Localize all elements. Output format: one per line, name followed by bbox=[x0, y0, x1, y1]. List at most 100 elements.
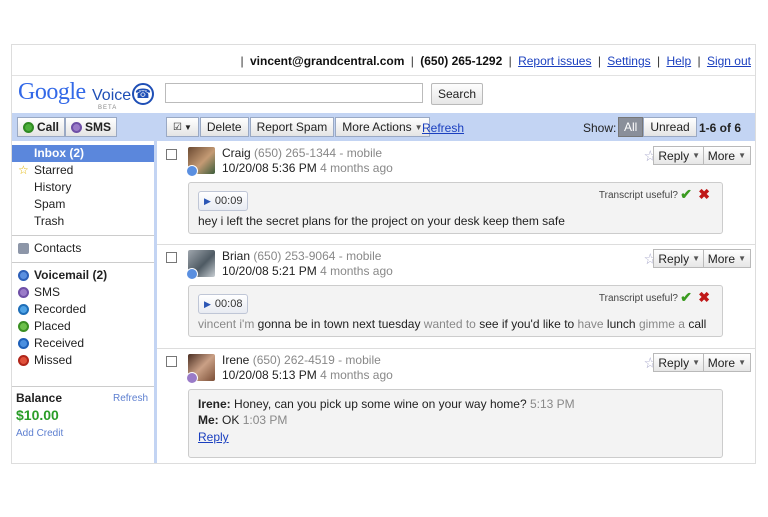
account-email: vincent@grandcentral.com bbox=[250, 54, 405, 68]
logo-google-text: Google bbox=[18, 79, 86, 105]
sidebar-item-received[interactable]: Received bbox=[12, 335, 154, 352]
more-button[interactable]: More ▼ bbox=[702, 249, 751, 268]
balance-refresh-link[interactable]: Refresh bbox=[113, 393, 148, 404]
reply-button[interactable]: Reply ▼ bbox=[653, 249, 705, 268]
checkmark-icon[interactable]: ✔ bbox=[680, 186, 692, 203]
placed-icon bbox=[18, 321, 29, 332]
sms-button[interactable]: SMS bbox=[65, 117, 118, 137]
transcript-useful-label: Transcript useful? bbox=[598, 190, 678, 201]
phone-logo-icon: ☎ bbox=[132, 83, 154, 105]
sms-bubble: Irene: Honey, can you pick up some wine … bbox=[188, 389, 723, 458]
logo-beta-text: BETA bbox=[98, 105, 118, 111]
report-spam-button[interactable]: Report Spam bbox=[249, 117, 335, 137]
play-button[interactable]: ▶ 00:08 bbox=[198, 294, 249, 314]
add-credit-link[interactable]: Add Credit bbox=[16, 428, 150, 439]
settings-link[interactable]: Settings bbox=[607, 54, 650, 68]
close-icon[interactable]: ✖ bbox=[698, 186, 710, 203]
list-item[interactable]: Craig (650) 265-1344 - mobile 10/20/08 5… bbox=[157, 141, 755, 245]
transcript-word: vincent i'm bbox=[198, 317, 255, 331]
sidebar-item-spam[interactable]: Spam bbox=[12, 196, 154, 213]
sidebar-item-voicemail[interactable]: Voicemail (2) bbox=[12, 267, 154, 284]
google-voice-logo[interactable]: Google Voice BETA ☎ bbox=[18, 79, 158, 115]
message-datetime: 10/20/08 5:13 PM bbox=[222, 368, 317, 382]
sidebar-item-missed[interactable]: Missed bbox=[12, 352, 154, 369]
message-checkbox[interactable] bbox=[166, 252, 177, 263]
sidebar-item-label: Voicemail (2) bbox=[34, 268, 108, 282]
sidebar-item-recorded[interactable]: Recorded bbox=[12, 301, 154, 318]
voicemail-bubble: ▶ 00:09 Transcript useful? ✔ ✖ hey i left… bbox=[188, 182, 723, 234]
sms-reply-link[interactable]: Reply bbox=[198, 430, 229, 444]
close-icon[interactable]: ✖ bbox=[698, 289, 710, 306]
contact-name-line: Irene (650) 262-4519 - mobile bbox=[222, 353, 381, 367]
account-links: | vincent@grandcentral.com | (650) 265-1… bbox=[240, 54, 751, 68]
help-link[interactable]: Help bbox=[666, 54, 691, 68]
more-label: More bbox=[707, 148, 736, 163]
sidebar: Inbox (2) ☆ Starred History Spam Trash Co… bbox=[12, 141, 157, 463]
delete-button[interactable]: Delete bbox=[199, 117, 249, 137]
sms-icon bbox=[186, 372, 198, 384]
more-label: More bbox=[707, 355, 736, 370]
message-time-line: 10/20/08 5:21 PM 4 months ago bbox=[222, 264, 393, 278]
sidebar-item-contacts[interactable]: Contacts bbox=[12, 240, 154, 257]
sidebar-item-label: Contacts bbox=[34, 241, 82, 255]
more-label: More bbox=[707, 251, 736, 266]
sms-time: 5:13 PM bbox=[529, 397, 575, 411]
report-issues-link[interactable]: Report issues bbox=[518, 54, 591, 68]
sidebar-item-starred[interactable]: ☆ Starred bbox=[12, 162, 154, 179]
more-button[interactable]: More ▼ bbox=[702, 146, 751, 165]
transcript-word: gonna be in town next tuesday bbox=[257, 317, 421, 331]
contact-name[interactable]: Craig bbox=[222, 146, 251, 160]
list-item[interactable]: Irene (650) 262-4519 - mobile 10/20/08 5… bbox=[157, 348, 755, 463]
list-item[interactable]: Brian (650) 253-9064 - mobile 10/20/08 5… bbox=[157, 244, 755, 349]
transcript-word: gimme a bbox=[638, 317, 685, 331]
sms-reply-row: Reply bbox=[198, 430, 722, 444]
message-list: Craig (650) 265-1344 - mobile 10/20/08 5… bbox=[157, 141, 755, 463]
transcript-word: have bbox=[577, 317, 604, 331]
sidebar-divider bbox=[12, 235, 154, 236]
sign-out-link[interactable]: Sign out bbox=[707, 54, 751, 68]
sidebar-item-label: Inbox (2) bbox=[34, 146, 84, 160]
sidebar-item-label: Missed bbox=[34, 353, 73, 367]
contact-name[interactable]: Irene bbox=[222, 353, 249, 367]
transcript-word: wanted to bbox=[423, 317, 476, 331]
chevron-down-icon: ▼ bbox=[738, 151, 746, 160]
sms-icon bbox=[71, 121, 83, 133]
reply-label: Reply bbox=[658, 355, 690, 370]
sidebar-item-label: Received bbox=[34, 336, 85, 350]
checkmark-icon[interactable]: ✔ bbox=[680, 289, 692, 306]
message-ago: 4 months ago bbox=[320, 161, 393, 175]
play-button[interactable]: ▶ 00:09 bbox=[198, 191, 249, 211]
select-dropdown[interactable]: ☑ ▼ bbox=[166, 117, 199, 137]
contacts-icon bbox=[18, 243, 29, 254]
sidebar-item-inbox[interactable]: Inbox (2) bbox=[12, 145, 154, 162]
show-unread-button[interactable]: Unread bbox=[643, 117, 697, 137]
contact-name[interactable]: Brian bbox=[222, 249, 250, 263]
sidebar-item-history[interactable]: History bbox=[12, 179, 154, 196]
sidebar-item-sms[interactable]: SMS bbox=[12, 284, 154, 301]
refresh-link[interactable]: Refresh bbox=[422, 121, 464, 135]
voicemail-bubble: ▶ 00:08 Transcript useful? ✔ ✖ vincent i'… bbox=[188, 285, 723, 337]
sidebar-item-trash[interactable]: Trash bbox=[12, 213, 154, 230]
search-button[interactable]: Search bbox=[431, 83, 484, 105]
call-sms-group: Call SMS bbox=[17, 117, 118, 137]
reply-button[interactable]: Reply ▼ bbox=[653, 353, 705, 372]
received-icon bbox=[18, 338, 29, 349]
message-checkbox[interactable] bbox=[166, 356, 177, 367]
sms-message: Irene: Honey, can you pick up some wine … bbox=[198, 397, 722, 411]
message-checkbox[interactable] bbox=[166, 149, 177, 160]
more-button[interactable]: More ▼ bbox=[702, 353, 751, 372]
sidebar-item-placed[interactable]: Placed bbox=[12, 318, 154, 335]
voicemail-duration: 00:08 bbox=[214, 298, 243, 310]
contact-number: (650) 253-9064 - mobile bbox=[253, 249, 382, 263]
search-input[interactable] bbox=[165, 83, 423, 103]
more-actions-label: More Actions bbox=[342, 120, 412, 134]
app-window: | vincent@grandcentral.com | (650) 265-1… bbox=[11, 44, 756, 464]
transcript-useful-label: Transcript useful? bbox=[598, 293, 678, 304]
call-button[interactable]: Call bbox=[17, 117, 66, 137]
sms-text: OK bbox=[222, 413, 240, 427]
show-all-button[interactable]: All bbox=[618, 117, 644, 137]
reply-button[interactable]: Reply ▼ bbox=[653, 146, 705, 165]
transcript-word: lunch bbox=[606, 317, 636, 331]
voicemail-icon bbox=[186, 268, 198, 280]
more-actions-button[interactable]: More Actions ▼ bbox=[335, 117, 430, 137]
